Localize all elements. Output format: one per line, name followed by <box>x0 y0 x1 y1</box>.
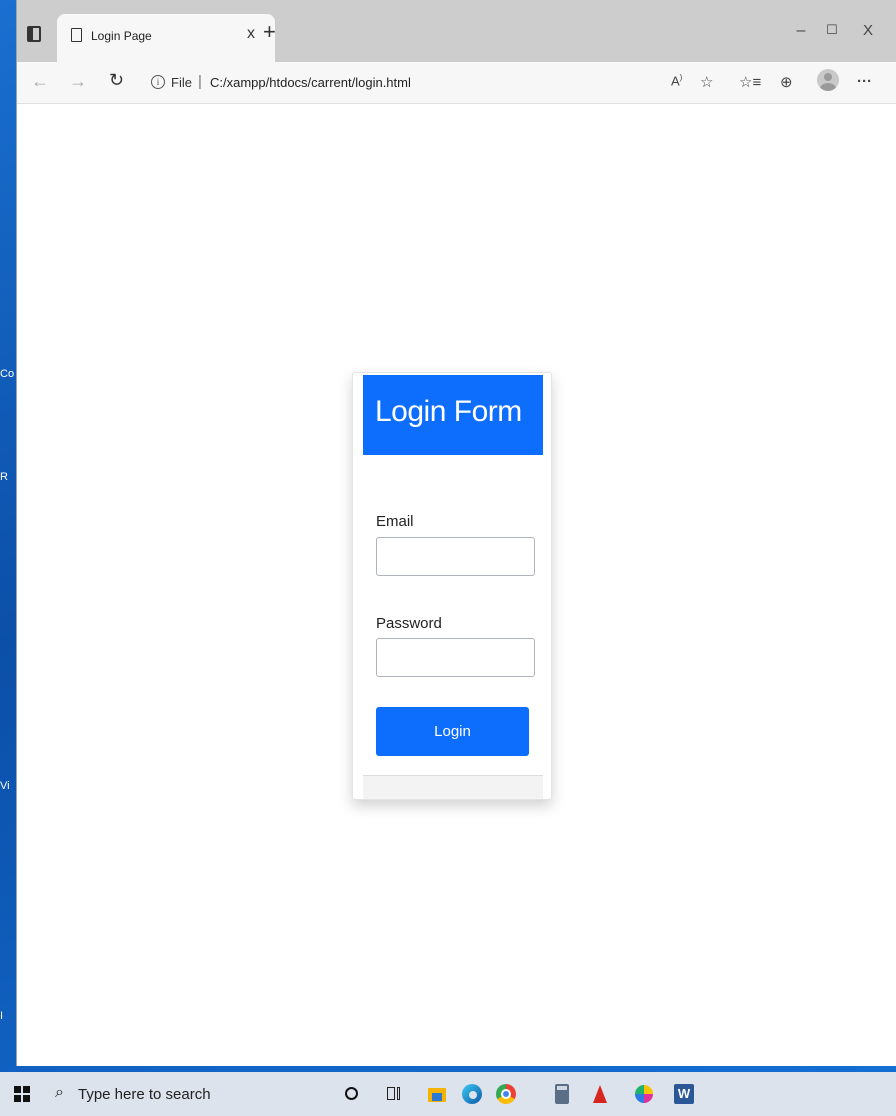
acrobat-icon[interactable] <box>588 1082 612 1106</box>
address-separator: | <box>198 73 202 90</box>
taskbar: ⌕ Type here to search W <box>0 1072 896 1116</box>
taskbar-search-input[interactable]: Type here to search <box>78 1086 211 1103</box>
login-card: Login Form Email Password Login <box>352 372 552 800</box>
browser-window: Login Page x + – ☐ X ← → ↻ i File | C:/x… <box>16 0 896 1066</box>
windows-start-icon[interactable] <box>14 1086 30 1102</box>
profile-avatar[interactable] <box>817 69 839 91</box>
page-icon <box>71 28 82 42</box>
page-title: Login Form <box>375 395 522 428</box>
browser-toolbar: ← → ↻ i File | C:/xampp/htdocs/carrent/l… <box>17 62 896 104</box>
forward-arrow-icon[interactable]: → <box>69 71 87 92</box>
password-label: Password <box>376 615 442 632</box>
close-tab-icon[interactable]: x <box>247 25 255 43</box>
favorites-icon[interactable]: ☆≡ <box>739 73 761 91</box>
edge-icon[interactable] <box>460 1082 484 1106</box>
collections-icon[interactable]: ⊕ <box>780 73 793 91</box>
read-aloud-icon[interactable]: A) <box>671 73 682 88</box>
task-view-icon[interactable] <box>382 1082 406 1106</box>
login-card-footer <box>363 775 543 799</box>
login-button[interactable]: Login <box>376 707 529 756</box>
word-icon[interactable]: W <box>672 1082 696 1106</box>
email-label: Email <box>376 513 414 530</box>
back-arrow-icon[interactable]: ← <box>31 71 49 92</box>
tab-bar: Login Page x + – ☐ X <box>17 0 896 62</box>
password-field[interactable] <box>376 638 535 677</box>
tab-title: Login Page <box>91 29 152 43</box>
add-favorite-icon[interactable]: ☆ <box>700 73 713 91</box>
info-icon[interactable]: i <box>151 75 165 89</box>
calculator-icon[interactable] <box>550 1082 574 1106</box>
new-tab-button[interactable]: + <box>263 21 276 43</box>
search-icon[interactable]: ⌕ <box>55 1084 64 1102</box>
minimize-button[interactable]: – <box>791 22 811 40</box>
email-field[interactable] <box>376 537 535 576</box>
login-card-header: Login Form <box>363 375 543 455</box>
more-icon[interactable]: ··· <box>857 73 872 90</box>
maximize-button[interactable]: ☐ <box>822 22 842 38</box>
paint-icon[interactable] <box>632 1082 656 1106</box>
address-url[interactable]: C:/xampp/htdocs/carrent/login.html <box>210 75 411 90</box>
tab-actions-icon[interactable] <box>27 26 41 42</box>
cortana-icon[interactable] <box>340 1082 364 1106</box>
file-explorer-icon[interactable] <box>425 1082 449 1106</box>
chrome-icon[interactable] <box>494 1082 518 1106</box>
close-window-button[interactable]: X <box>858 22 878 39</box>
page-viewport: Login Form Email Password Login <box>17 104 896 1066</box>
address-scheme: File <box>171 75 192 90</box>
tab-login-page[interactable]: Login Page x <box>57 14 275 62</box>
refresh-icon[interactable]: ↻ <box>109 70 124 91</box>
